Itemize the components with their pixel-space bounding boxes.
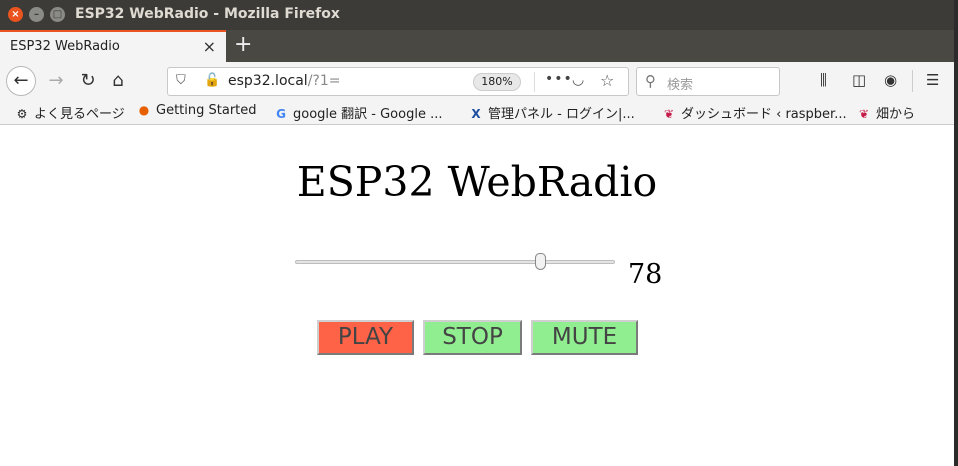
window-edge — [954, 0, 958, 466]
gear-icon: ⚙ — [16, 107, 28, 121]
library-icon[interactable]: ⫼ — [820, 71, 827, 89]
bookmark-item[interactable]: X 管理パネル - ログイン|... — [468, 103, 635, 122]
mute-button[interactable]: MUTE — [531, 320, 638, 355]
page-actions-icon[interactable]: ••• — [545, 71, 573, 87]
title-bar: × – □ ESP32 WebRadio - Mozilla Firefox — [0, 0, 954, 30]
stop-button[interactable]: STOP — [423, 320, 522, 355]
minimize-window-icon[interactable]: – — [29, 7, 44, 22]
bookmark-label: ダッシュボード ‹ raspber... — [681, 107, 847, 122]
new-tab-icon[interactable]: + — [234, 32, 252, 57]
insecure-connection-icon[interactable]: 🔓 — [204, 73, 220, 88]
bookmark-label: Getting Started — [156, 103, 257, 118]
shield-icon[interactable]: ⛉ — [176, 73, 186, 88]
account-icon[interactable]: ◉ — [884, 71, 897, 89]
forward-icon[interactable]: → — [44, 67, 68, 95]
search-bar[interactable]: ⚲ 検索 — [636, 67, 780, 96]
page-content: ESP32 WebRadio 78 PLAY STOP MUTE — [0, 126, 954, 466]
hamburger-menu-icon[interactable]: ☰ — [926, 71, 939, 89]
bookmark-item[interactable]: Ggoogle 翻訳 - Google ... — [273, 103, 442, 122]
bookmark-item[interactable]: ⚙ よく見るページ — [14, 103, 125, 122]
sidebar-icon[interactable]: ◫ — [852, 71, 866, 89]
url-bar[interactable]: ⛉ 🔓 esp32.local/?1= 180% ••• ◡ ☆ — [167, 67, 629, 96]
close-window-icon[interactable]: × — [8, 7, 23, 22]
pocket-icon[interactable]: ◡ — [572, 72, 584, 88]
close-tab-icon[interactable]: × — [203, 37, 216, 56]
back-icon[interactable]: ← — [6, 66, 36, 96]
bookmark-item[interactable]: ❦ 畑から — [856, 103, 915, 122]
search-input[interactable]: 検索 — [667, 74, 693, 93]
tab-strip: ESP32 WebRadio × + — [0, 30, 954, 62]
bookmark-label: 畑から — [876, 107, 916, 122]
bookmark-label: 管理パネル - ログイン|... — [488, 107, 635, 122]
toolbar-divider — [912, 70, 913, 92]
tab-label: ESP32 WebRadio — [10, 39, 120, 54]
url-text[interactable]: esp32.local/?1= — [228, 73, 340, 89]
url-path: /?1= — [307, 73, 341, 89]
bookmark-item[interactable]: ● Getting Started — [136, 103, 257, 118]
raspberry-icon: ❦ — [663, 107, 675, 121]
reload-icon[interactable]: ↻ — [76, 67, 100, 95]
url-host: esp32.local — [228, 73, 308, 89]
play-button[interactable]: PLAY — [317, 320, 414, 355]
google-icon: G — [276, 107, 286, 121]
tab-esp32-webradio[interactable]: ESP32 WebRadio × — [0, 30, 226, 62]
bookmark-label: よく見るページ — [34, 107, 125, 122]
firefox-icon: ● — [138, 103, 150, 117]
browser-window: × – □ ESP32 WebRadio - Mozilla Firefox E… — [0, 0, 954, 466]
volume-slider[interactable] — [295, 253, 615, 270]
x-icon: X — [471, 107, 481, 121]
raspberry-icon: ❦ — [858, 107, 870, 121]
maximize-window-icon[interactable]: □ — [50, 7, 65, 22]
bookmark-star-icon[interactable]: ☆ — [600, 71, 614, 90]
page-title: ESP32 WebRadio — [296, 158, 658, 206]
bookmark-item[interactable]: ❦ ダッシュボード ‹ raspber... — [661, 103, 847, 122]
window-title: ESP32 WebRadio - Mozilla Firefox — [75, 6, 340, 22]
home-icon[interactable]: ⌂ — [106, 67, 130, 95]
navigation-bar: ← → ↻ ⌂ ⛉ 🔓 esp32.local/?1= 180% ••• ◡ ☆… — [0, 62, 954, 100]
volume-value: 78 — [628, 259, 663, 290]
bookmark-label: google 翻訳 - Google ... — [293, 107, 443, 122]
url-bar-divider — [534, 72, 535, 92]
volume-slider-thumb[interactable] — [535, 253, 547, 270]
zoom-level-badge[interactable]: 180% — [473, 73, 521, 91]
search-icon: ⚲ — [645, 72, 656, 90]
bookmarks-toolbar: ⚙ よく見るページ ● Getting Started Ggoogle 翻訳 - G… — [0, 100, 954, 125]
